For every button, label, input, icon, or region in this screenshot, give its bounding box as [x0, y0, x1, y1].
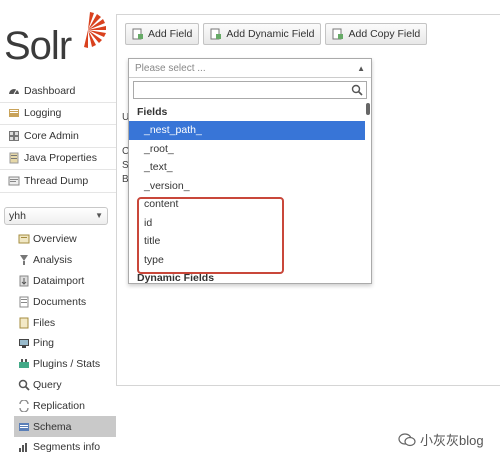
add-dynamic-field-label: Add Dynamic Field — [226, 28, 315, 40]
core-item-label: Replication — [33, 399, 85, 412]
segments-icon — [18, 441, 30, 453]
logging-icon — [8, 107, 20, 119]
nav-label: Core Admin — [24, 129, 79, 142]
thread-dump-icon — [8, 175, 20, 187]
option-root[interactable]: _root_ — [129, 140, 365, 159]
core-item-overview[interactable]: Overview — [14, 229, 116, 250]
document-add-icon — [210, 28, 222, 40]
nav-item-thread-dump[interactable]: Thread Dump — [0, 170, 116, 193]
logo-text: Solr — [4, 24, 72, 68]
nav-label: Thread Dump — [24, 174, 89, 187]
add-copy-field-button[interactable]: Add Copy Field — [325, 23, 428, 45]
add-field-button[interactable]: Add Field — [125, 23, 200, 45]
core-item-segments-info[interactable]: Segments info — [14, 437, 116, 458]
watermark-text: 小灰灰blog — [420, 433, 484, 448]
documents-icon — [18, 296, 30, 308]
core-item-label: Ping — [33, 337, 55, 350]
nav-label: Logging — [24, 107, 62, 120]
core-selector[interactable]: yhh ▼ — [4, 207, 108, 225]
java-properties-icon — [8, 152, 20, 164]
nav-item-core-admin[interactable]: Core Admin — [0, 125, 116, 148]
dataimport-icon — [18, 275, 30, 287]
core-item-label: Documents — [33, 295, 87, 308]
core-item-label: Dataimport — [33, 274, 85, 287]
main-nav: Dashboard Logging Core Admin Java Proper… — [0, 80, 116, 193]
replication-icon — [18, 399, 30, 413]
wechat-icon — [398, 432, 416, 447]
core-item-label: Schema — [33, 420, 72, 433]
schema-toolbar: Add Field Add Dynamic Field Add Copy Fie… — [125, 23, 428, 45]
caret-down-icon: ▼ — [95, 211, 103, 220]
core-nav: Overview Analysis Dataimport Documents F… — [14, 229, 116, 458]
option-text[interactable]: _text_ — [129, 158, 365, 177]
core-selector-value: yhh — [9, 210, 26, 222]
sun-icon — [84, 12, 106, 48]
core-item-schema[interactable]: Schema — [14, 416, 116, 437]
overview-icon — [18, 233, 30, 245]
core-item-label: Analysis — [33, 254, 73, 267]
highlight-box — [137, 197, 284, 274]
caret-up-icon: ▲ — [357, 64, 365, 73]
add-field-label: Add Field — [148, 28, 193, 40]
core-item-label: Plugins / Stats — [33, 358, 101, 371]
files-icon — [18, 317, 30, 329]
nav-label: Java Properties — [24, 152, 97, 165]
field-select-header[interactable]: Please select ... ▲ — [129, 59, 371, 78]
core-item-dataimport[interactable]: Dataimport — [14, 271, 116, 292]
option-nest-path[interactable]: _nest_path_ — [129, 121, 365, 140]
plugins-icon — [18, 358, 30, 370]
document-add-icon — [332, 28, 344, 40]
group-label-fields: Fields — [137, 106, 168, 118]
watermark: 小灰灰blog — [398, 430, 484, 449]
core-item-files[interactable]: Files — [14, 312, 116, 333]
ping-icon — [18, 337, 30, 349]
core-item-label: Segments info — [33, 441, 101, 454]
field-select-placeholder: Please select ... — [135, 63, 206, 74]
query-icon — [18, 379, 30, 391]
search-icon — [351, 84, 363, 99]
schema-icon — [18, 421, 30, 433]
core-item-replication[interactable]: Replication — [14, 395, 116, 416]
nav-item-java-properties[interactable]: Java Properties — [0, 148, 116, 170]
core-admin-icon — [8, 130, 20, 142]
nav-label: Dashboard — [24, 84, 76, 97]
solr-logo[interactable]: Solr — [4, 8, 114, 68]
dropdown-scrollbar[interactable] — [366, 103, 370, 115]
core-item-label: Files — [33, 316, 56, 329]
core-item-documents[interactable]: Documents — [14, 291, 116, 312]
add-dynamic-field-button[interactable]: Add Dynamic Field — [203, 23, 322, 45]
nav-item-logging[interactable]: Logging — [0, 103, 116, 125]
option-version[interactable]: _version_ — [129, 177, 365, 196]
add-copy-field-label: Add Copy Field — [348, 28, 421, 40]
core-item-analysis[interactable]: Analysis — [14, 250, 116, 271]
nav-item-dashboard[interactable]: Dashboard — [0, 80, 116, 103]
dashboard-icon — [8, 85, 20, 97]
core-item-ping[interactable]: Ping — [14, 333, 116, 354]
core-item-label: Query — [33, 378, 62, 391]
analysis-icon — [18, 254, 30, 266]
field-search-input[interactable] — [133, 81, 367, 99]
core-item-plugins-stats[interactable]: Plugins / Stats — [14, 354, 116, 375]
core-item-label: Overview — [33, 233, 77, 246]
core-item-query[interactable]: Query — [14, 375, 116, 396]
document-add-icon — [132, 28, 143, 40]
